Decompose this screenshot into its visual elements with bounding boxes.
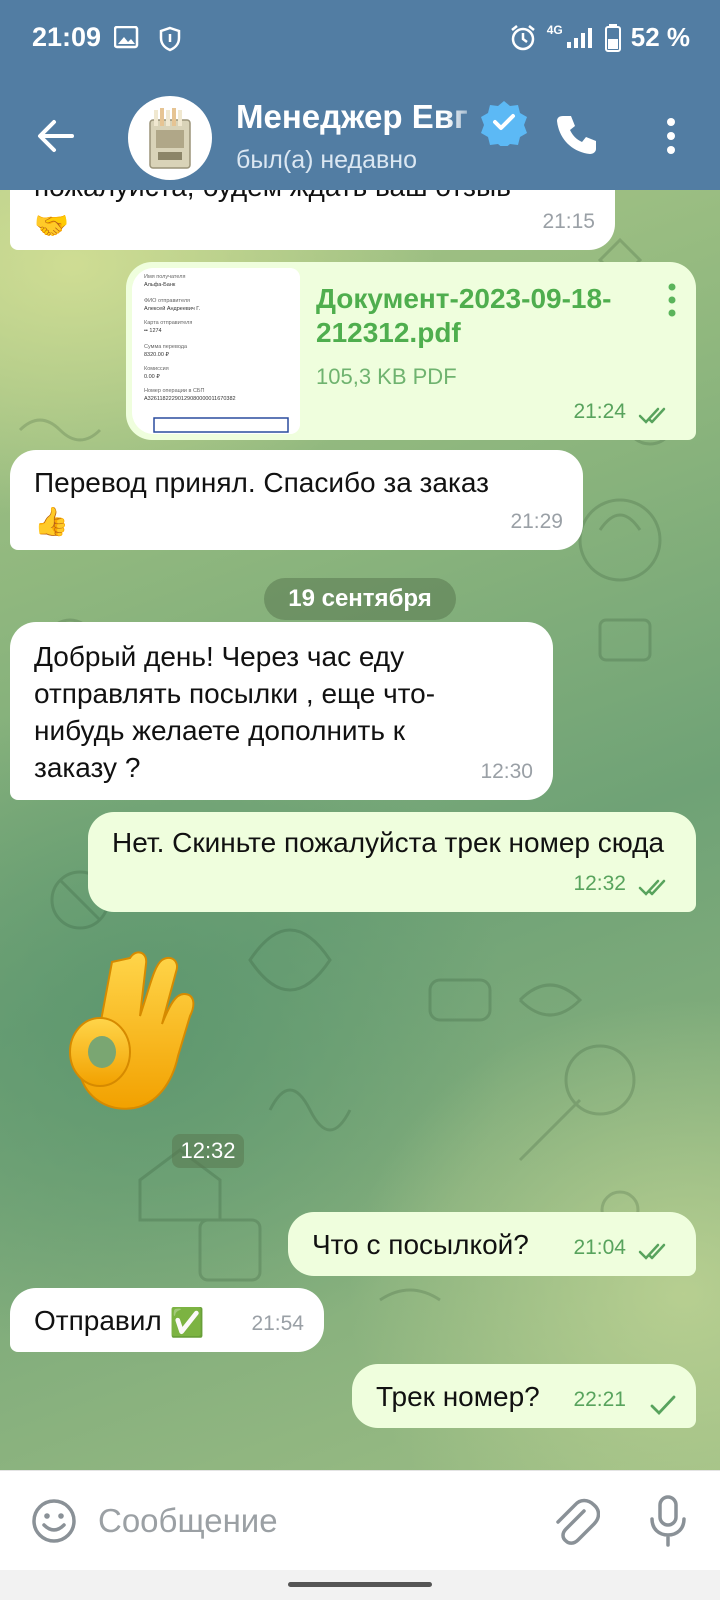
message-time: 21:15: [542, 210, 595, 233]
message-outgoing[interactable]: Что с посылкой? 21:04: [288, 1212, 696, 1276]
home-gesture-handle[interactable]: [288, 1582, 432, 1587]
system-navigation-bar: [0, 1570, 720, 1600]
microphone-icon[interactable]: [648, 1493, 688, 1549]
alarm-icon: [510, 24, 535, 50]
svg-text:ФИО отправителя: ФИО отправителя: [144, 298, 190, 304]
svg-text:Имя получателя: Имя получателя: [144, 274, 185, 280]
svg-text:Сумма перевода: Сумма перевода: [144, 344, 188, 350]
svg-text:Номер операции в СБП: Номер операции в СБП: [144, 388, 205, 394]
message-time: 21:29: [510, 510, 563, 533]
avatar[interactable]: [128, 96, 212, 180]
read-ticks-icon: [638, 879, 666, 896]
sticker-time: 12:32: [172, 1134, 244, 1168]
status-left-icons: [114, 26, 182, 52]
message-time: 21:04: [573, 1236, 626, 1259]
chat-subtitle: был(а) недавно: [236, 146, 418, 174]
attach-icon[interactable]: [550, 1495, 600, 1547]
status-time: 21:09: [32, 22, 102, 52]
signal-icon: [566, 27, 592, 48]
sent-tick-icon: [650, 1395, 676, 1416]
svg-text:Карта отправителя: Карта отправителя: [144, 320, 192, 326]
message-composer: [0, 1470, 720, 1571]
more-vertical-icon[interactable]: [656, 116, 686, 156]
message-text: Отправил: [34, 1305, 162, 1336]
status-right: 4G 52 %: [509, 22, 690, 53]
verified-badge-icon: [481, 101, 527, 146]
message-document[interactable]: Имя получателя Альфа-Банк ФИО отправителя…: [126, 262, 696, 440]
cigarette-pack-icon: [149, 108, 191, 169]
gallery-icon: [114, 26, 139, 49]
message-time: 22:21: [573, 1388, 626, 1411]
document-thumbnail: Имя получателя Альфа-Банк ФИО отправителя…: [132, 268, 300, 434]
chat-title-area[interactable]: Менеджер Евг был(а) недавно: [236, 96, 506, 180]
message-outgoing[interactable]: Нет. Скиньте пожалуйста трек номер сюда …: [88, 812, 696, 912]
svg-text:Комиссия: Комиссия: [144, 366, 169, 372]
network-type: 4G: [546, 22, 563, 37]
message-incoming[interactable]: Перевод принял. Спасибо за заказ 👍 21:29: [10, 450, 583, 550]
shield-icon: [159, 26, 181, 52]
ok-hand-sticker[interactable]: [60, 940, 200, 1130]
svg-text:•• 1274: •• 1274: [144, 328, 162, 334]
message-time: 12:32: [573, 872, 626, 895]
message-text: Трек номер?: [376, 1381, 540, 1412]
status-bar: 21:09 4G 52 %: [0, 0, 720, 82]
message-input[interactable]: [98, 1493, 518, 1549]
svg-text:A32611822290129080000011670382: A32611822290129080000011670382: [144, 396, 236, 402]
handshake-emoji: 🤝: [34, 210, 69, 242]
emoji-icon[interactable]: [30, 1497, 78, 1545]
message-time: 21:54: [251, 1312, 304, 1335]
document-more-icon[interactable]: [666, 282, 678, 318]
check-mark-emoji: ✅: [169, 1307, 205, 1339]
svg-text:Альфа-Банк: Альфа-Банк: [144, 282, 176, 288]
document-preview[interactable]: Имя получателя Альфа-Банк ФИО отправителя…: [132, 268, 300, 434]
message-text: Добрый день! Через час еду отправлять по…: [34, 641, 436, 783]
read-ticks-icon: [638, 407, 666, 424]
svg-text:Алексей Андреевич Г.: Алексей Андреевич Г.: [144, 305, 201, 312]
message-text: Перевод принял. Спасибо за заказ: [34, 467, 489, 498]
date-separator: 19 сентября: [264, 578, 456, 620]
message-text: Нет. Скиньте пожалуйста трек номер сюда: [112, 827, 665, 858]
chat-header: Менеджер Евг был(а) недавно: [0, 82, 720, 190]
read-ticks-icon: [638, 1243, 666, 1260]
back-arrow-icon[interactable]: [34, 114, 78, 158]
message-incoming[interactable]: Отправил ✅ 21:54: [10, 1288, 324, 1352]
message-incoming[interactable]: Добрый день! Через час еду отправлять по…: [10, 622, 553, 800]
document-file-info: 105,3 KB PDF: [316, 364, 457, 389]
svg-text:0.00 ₽: 0.00 ₽: [144, 373, 160, 380]
svg-text:8320.00 ₽: 8320.00 ₽: [144, 351, 169, 358]
document-file-name[interactable]: Документ-2023-09-18-212312.pdf: [316, 282, 646, 350]
message-outgoing[interactable]: Трек номер? 22:21: [352, 1364, 696, 1428]
phone-icon[interactable]: [553, 112, 599, 158]
message-time: 12:30: [480, 760, 533, 783]
battery-icon: [604, 23, 621, 52]
battery-level: 52 %: [630, 22, 690, 52]
chat-title: Менеджер Евг: [236, 98, 468, 135]
message-time: 21:24: [573, 400, 626, 423]
thumbs-up-emoji: 👍: [34, 506, 69, 538]
